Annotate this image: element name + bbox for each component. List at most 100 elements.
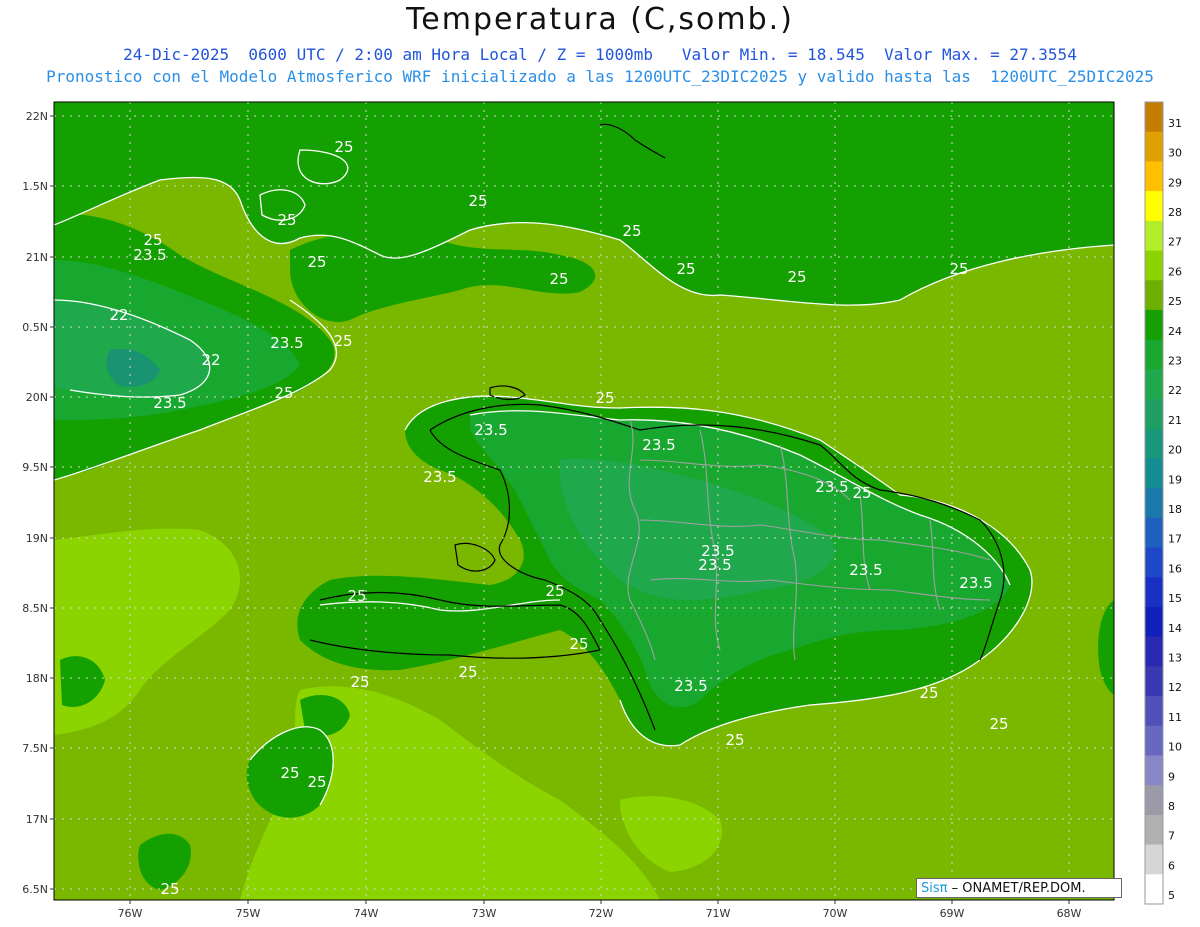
contour-label: 23.5 bbox=[698, 556, 731, 574]
lat-label: 0.5N bbox=[22, 321, 48, 334]
colorbar-label: 7 bbox=[1168, 830, 1175, 843]
colorbar-swatch bbox=[1145, 191, 1163, 222]
colorbar-swatch bbox=[1145, 725, 1163, 756]
colorbar-label: 31 bbox=[1168, 117, 1182, 130]
lat-label: 17N bbox=[26, 813, 48, 826]
colorbar-label: 25 bbox=[1168, 295, 1182, 308]
lat-label: 22N bbox=[26, 110, 48, 123]
colorbar-swatch bbox=[1145, 547, 1163, 578]
longitude-labels: 76W 75W 74W 73W 72W 71W 70W 69W 68W bbox=[118, 900, 1082, 920]
colorbar-label: 5 bbox=[1168, 889, 1175, 902]
colorbar-swatch bbox=[1145, 369, 1163, 400]
lat-label: 18N bbox=[26, 672, 48, 685]
contour-label: 25 bbox=[622, 222, 641, 240]
colorbar-label: 12 bbox=[1168, 681, 1182, 694]
contour-label: 25 bbox=[458, 663, 477, 681]
colorbar: 31 30 29 28 27 26 25 24 23 22 21 20 19 18 17 16 15 14 13 12… bbox=[1144, 101, 1182, 905]
contour-label: 25 bbox=[549, 270, 568, 288]
lat-label: 8.5N bbox=[22, 602, 48, 615]
lon-label: 73W bbox=[472, 907, 497, 920]
colorbar-swatch bbox=[1145, 428, 1163, 459]
colorbar-label: 20 bbox=[1168, 444, 1182, 457]
colorbar-swatch bbox=[1145, 458, 1163, 489]
lat-label: 20N bbox=[26, 391, 48, 404]
colorbar-swatch bbox=[1145, 874, 1163, 905]
colorbar-label: 28 bbox=[1168, 206, 1182, 219]
colorbar-swatch bbox=[1145, 280, 1163, 311]
contour-label: 25 bbox=[350, 673, 369, 691]
colorbar-swatch bbox=[1145, 636, 1163, 667]
colorbar-swatch bbox=[1145, 785, 1163, 816]
contour-label: 25 bbox=[333, 332, 352, 350]
lon-label: 71W bbox=[706, 907, 731, 920]
contour-label: 23.5 bbox=[153, 394, 186, 412]
colorbar-swatch bbox=[1145, 517, 1163, 549]
colorbar-label: 23 bbox=[1168, 354, 1182, 367]
lat-label: 21N bbox=[26, 251, 48, 264]
contour-label: 25 bbox=[676, 260, 695, 278]
colorbar-label: 11 bbox=[1168, 711, 1182, 724]
contour-label: 25 bbox=[468, 192, 487, 210]
colorbar-label: 26 bbox=[1168, 265, 1182, 278]
contour-label: 25 bbox=[595, 389, 614, 407]
contour-label: 25 bbox=[787, 268, 806, 286]
lon-label: 68W bbox=[1057, 907, 1082, 920]
colorbar-label: 30 bbox=[1168, 147, 1182, 160]
contour-label: 22 bbox=[201, 351, 220, 369]
colorbar-label: 29 bbox=[1168, 176, 1182, 189]
contour-label: 25 bbox=[725, 731, 744, 749]
colorbar-label: 21 bbox=[1168, 414, 1182, 427]
lon-label: 76W bbox=[118, 907, 143, 920]
contour-label: 25 bbox=[347, 587, 366, 605]
contour-label: 23.5 bbox=[474, 421, 507, 439]
colorbar-swatch bbox=[1145, 606, 1163, 638]
contour-label: 22 bbox=[109, 306, 128, 324]
contour-label: 23.5 bbox=[133, 246, 166, 264]
contour-label: 25 bbox=[919, 684, 938, 702]
lat-label: 19N bbox=[26, 532, 48, 545]
colorbar-label: 9 bbox=[1168, 770, 1175, 783]
colorbar-swatch bbox=[1145, 755, 1163, 786]
lon-label: 75W bbox=[236, 907, 261, 920]
colorbar-swatch bbox=[1145, 577, 1163, 608]
colorbar-swatch bbox=[1145, 161, 1163, 192]
contour-label: 25 bbox=[334, 138, 353, 156]
lat-label: 9.5N bbox=[22, 461, 48, 474]
colorbar-label: 6 bbox=[1168, 859, 1175, 872]
credit-org: – ONAMET/REP.DOM. bbox=[947, 881, 1086, 896]
colorbar-swatch bbox=[1145, 220, 1163, 252]
contour-label: 25 bbox=[545, 582, 564, 600]
colorbar-label: 13 bbox=[1168, 652, 1182, 665]
colorbar-swatch bbox=[1145, 488, 1163, 519]
contour-label: 25 bbox=[307, 253, 326, 271]
colorbar-label: 10 bbox=[1168, 741, 1182, 754]
colorbar-label: 17 bbox=[1168, 533, 1182, 546]
contour-label: 23.5 bbox=[674, 677, 707, 695]
colorbar-swatch bbox=[1145, 250, 1163, 281]
lon-label: 69W bbox=[940, 907, 965, 920]
temperature-map: 2525252523.5 252525 25 252223.5 252223.525 25… bbox=[22, 101, 1182, 920]
colorbar-swatch bbox=[1145, 131, 1163, 162]
map-plot-area: 2525252523.5 252525 25 252223.5 252223.525 25… bbox=[54, 102, 1114, 900]
colorbar-label: 24 bbox=[1168, 325, 1182, 338]
lon-label: 74W bbox=[354, 907, 379, 920]
credit-brand: Sisπ bbox=[921, 881, 948, 896]
contour-label: 23.5 bbox=[815, 478, 848, 496]
contour-label: 25 bbox=[852, 484, 871, 502]
colorbar-label: 15 bbox=[1168, 592, 1182, 605]
contour-label: 25 bbox=[160, 880, 179, 898]
colorbar-label: 18 bbox=[1168, 503, 1182, 516]
latitude-labels: 22N 1.5N 21N 0.5N 20N 9.5N 19N 8.5N 18N 7.5N 17N 6.… bbox=[22, 110, 54, 896]
lat-label: 6.5N bbox=[22, 883, 48, 896]
colorbar-swatch bbox=[1145, 102, 1163, 133]
colorbar-swatch bbox=[1145, 339, 1163, 370]
colorbar-label: 27 bbox=[1168, 236, 1182, 249]
contour-label: 25 bbox=[274, 384, 293, 402]
contour-label: 23.5 bbox=[959, 574, 992, 592]
colorbar-swatch bbox=[1145, 696, 1163, 727]
colorbar-swatch bbox=[1145, 814, 1163, 846]
credit-box: Sisπ – ONAMET/REP.DOM. bbox=[916, 878, 1122, 898]
colorbar-label: 19 bbox=[1168, 473, 1182, 486]
contour-label: 25 bbox=[569, 635, 588, 653]
contour-label: 23.5 bbox=[642, 436, 675, 454]
